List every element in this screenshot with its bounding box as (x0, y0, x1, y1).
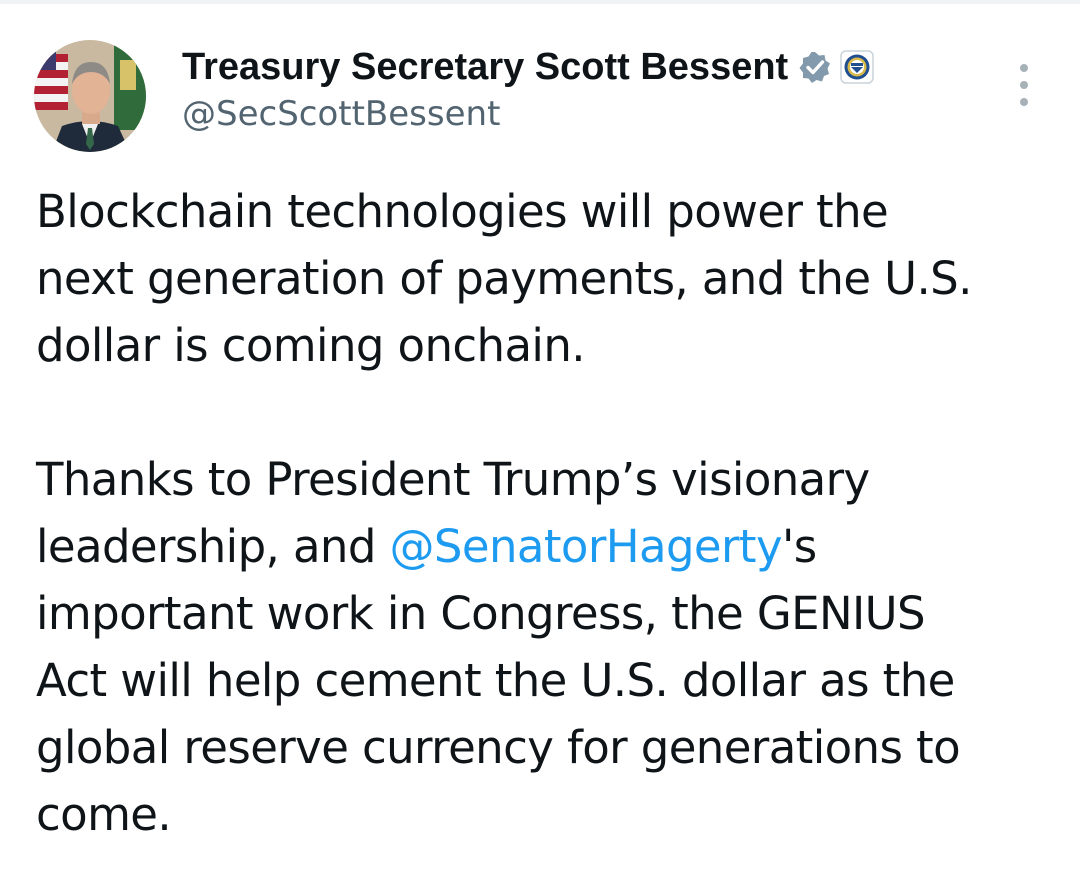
tweet-text: Blockchain technologies will power the n… (36, 178, 1046, 848)
tweet-line-with-mention: leadership, and @SenatorHagerty's (36, 513, 1046, 580)
more-options-button[interactable] (1004, 62, 1044, 108)
verified-badge-icon (798, 50, 832, 84)
tweet-line: come. (36, 788, 172, 841)
tweet-line: important work in Congress, the GENIUS (36, 587, 926, 640)
top-divider (0, 0, 1080, 4)
more-vertical-icon-dot-3 (1020, 98, 1028, 106)
tweet-line: Thanks to President Trump’s visionary (36, 453, 870, 506)
treasury-seal-icon[interactable] (840, 50, 874, 84)
tweet-paragraph-1: Blockchain technologies will power the n… (36, 178, 1046, 379)
username-handle[interactable]: @SecScottBessent (182, 94, 982, 134)
tweet-text-segment: leadership, and (36, 520, 390, 573)
more-vertical-icon (1020, 64, 1028, 72)
tweet-line: global reserve currency for generations … (36, 721, 961, 774)
display-name[interactable]: Treasury Secretary Scott Bessent (182, 46, 788, 89)
tweet-text-segment: 's (782, 520, 817, 573)
mention-link[interactable]: @SenatorHagerty (390, 520, 783, 573)
tweet-header: Treasury Secretary Scott Bessent @SecSco… (182, 44, 982, 134)
tweet-line: Act will help cement the U.S. dollar as … (36, 654, 955, 707)
tweet-paragraph-2: Thanks to President Trump’s visionary le… (36, 446, 1046, 848)
name-row: Treasury Secretary Scott Bessent (182, 44, 982, 90)
avatar[interactable] (34, 40, 146, 152)
more-vertical-icon-dot-2 (1020, 81, 1028, 89)
tweet-line: Blockchain technologies will power the (36, 185, 889, 238)
tweet-line: next generation of payments, and the U.S… (36, 252, 972, 305)
tweet-line: dollar is coming onchain. (36, 319, 586, 372)
